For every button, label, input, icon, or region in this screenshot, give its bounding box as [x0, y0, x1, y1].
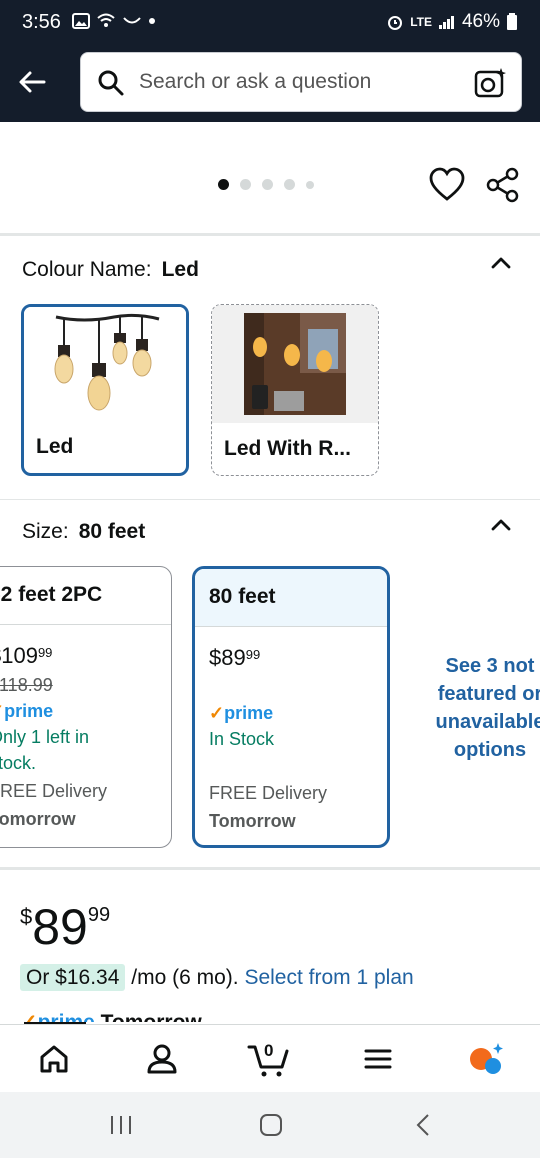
colour-option-name: Led With R... — [224, 437, 351, 460]
home-icon[interactable] — [34, 1039, 74, 1079]
bottom-navigation: 0 — [0, 1024, 540, 1092]
cart-button[interactable]: 0 — [246, 1039, 292, 1079]
carousel-dots[interactable] — [218, 179, 314, 190]
image-carousel-controls — [0, 122, 540, 236]
colour-value: Led — [161, 258, 199, 281]
size-label: Size: 80 feet — [22, 520, 145, 544]
product-price: $8999 — [20, 898, 110, 956]
see-more-options-link[interactable]: See 3 not featured or unavailable option… — [420, 652, 540, 764]
string-lights-image — [24, 307, 186, 425]
price-whole: $89 — [209, 645, 246, 670]
share-icon[interactable] — [484, 166, 522, 204]
price-cents: 99 — [87, 904, 111, 926]
stock-status: Only 1 left in — [0, 727, 90, 747]
recent-apps-icon[interactable] — [106, 1112, 136, 1138]
colour-selector: Colour Name: Led Led Led With R... — [0, 238, 540, 500]
led-product-thumbnail — [24, 307, 186, 425]
delivery-day: Tomorrow — [209, 811, 296, 831]
delivery-text: FREE Delivery — [209, 783, 328, 803]
stock-status-cont: stock. — [0, 753, 37, 773]
back-button-icon[interactable] — [408, 1112, 438, 1138]
menu-icon[interactable] — [358, 1039, 398, 1079]
size-option-name: 80 feet — [195, 569, 387, 627]
battery-percent: 46% — [461, 11, 500, 32]
smile-icon — [123, 17, 141, 24]
see-more-line: unavailable — [435, 711, 540, 733]
colour-option-led-with-remote[interactable]: Led With R... — [211, 304, 379, 476]
carousel-dot[interactable] — [218, 179, 229, 190]
carousel-dot[interactable] — [262, 179, 273, 190]
prime-label: prime — [38, 1011, 95, 1022]
see-more-line: options — [453, 739, 527, 761]
signal-icon — [438, 16, 454, 29]
installment-amount: Or $16.34 — [20, 964, 126, 991]
carousel-dot[interactable] — [306, 180, 314, 189]
size-label-text: Size: — [22, 520, 69, 543]
delivery-day: Tomorrow — [0, 809, 76, 829]
prime-badge: ✓prime — [0, 701, 53, 722]
select-plan-link[interactable]: Select from 1 plan — [244, 966, 413, 989]
rufus-icon[interactable] — [466, 1039, 506, 1079]
camera-search-icon[interactable] — [473, 66, 507, 100]
status-time: 3:56 — [22, 11, 61, 33]
size-selector: Size: 80 feet 52 feet 2PC $10999 $118.99 … — [0, 500, 540, 870]
colour-label: Colour Name: Led — [22, 258, 199, 282]
back-arrow-icon[interactable] — [14, 64, 50, 100]
prime-delivery: ✓prime Tomorrow — [20, 1010, 202, 1022]
alarm-icon — [388, 16, 403, 30]
price-cents: 99 — [37, 645, 53, 660]
app-header: Search or ask a question — [0, 46, 540, 122]
led-remote-product-thumbnail — [212, 305, 378, 423]
size-option-80-feet[interactable]: 80 feet $8999 ✓prime In Stock FREE Deliv… — [192, 566, 390, 848]
search-input[interactable]: Search or ask a question — [80, 52, 522, 112]
status-bar: 3:56 LTE 46% — [0, 0, 540, 46]
list-price: $118.99 — [0, 675, 53, 695]
chevron-up-icon[interactable] — [488, 512, 514, 538]
size-option-price: $8999 — [209, 645, 260, 671]
battery-icon — [507, 13, 517, 30]
size-value: 80 feet — [78, 520, 146, 543]
colour-label-text: Colour Name: — [22, 258, 152, 281]
price-whole: $109 — [0, 643, 38, 668]
carousel-dot[interactable] — [240, 179, 251, 190]
size-option-price: $10999 — [0, 643, 52, 669]
stock-status: In Stock — [209, 729, 275, 749]
carousel-dot[interactable] — [284, 179, 295, 190]
search-placeholder: Search or ask a question — [139, 70, 372, 93]
network-type: LTE — [410, 15, 432, 29]
price-currency: $ — [20, 904, 33, 929]
colour-option-name: Led — [36, 435, 74, 458]
prime-label: prime — [4, 701, 54, 721]
colour-option-led[interactable]: Led — [21, 304, 189, 476]
see-more-line: See 3 not — [445, 655, 535, 677]
heart-icon[interactable] — [428, 166, 466, 204]
price-block: $8999 Or $16.34 /mo (6 mo). Select from … — [0, 872, 540, 1022]
prime-label: prime — [224, 703, 274, 723]
home-button-icon[interactable] — [256, 1112, 286, 1138]
size-option-52-feet-2pc[interactable]: 52 feet 2PC $10999 $118.99 ✓prime Only 1… — [0, 566, 172, 848]
system-navigation-bar — [0, 1092, 540, 1158]
delivery-text: FREE Delivery — [0, 781, 108, 801]
size-option-name: 52 feet 2PC — [0, 567, 171, 625]
delivery-day: Tomorrow — [101, 1011, 202, 1022]
status-right: LTE 46% — [386, 11, 518, 33]
gallery-icon — [72, 13, 90, 29]
cart-count: 0 — [264, 1041, 274, 1060]
see-more-line: featured or — [437, 683, 540, 705]
installment-term: /mo (6 mo). — [131, 966, 239, 989]
price-cents: 99 — [245, 647, 261, 662]
chevron-up-icon[interactable] — [488, 250, 514, 276]
installment-offer: Or $16.34 /mo (6 mo). Select from 1 plan — [20, 964, 414, 991]
dot-icon — [149, 18, 155, 24]
price-whole: 89 — [32, 899, 88, 955]
search-icon — [98, 70, 124, 96]
account-icon[interactable] — [142, 1039, 182, 1079]
string-lights-remote-image — [212, 305, 378, 423]
wifi-icon — [97, 13, 115, 27]
prime-badge: ✓prime — [209, 703, 274, 723]
notification-icons — [72, 12, 156, 30]
